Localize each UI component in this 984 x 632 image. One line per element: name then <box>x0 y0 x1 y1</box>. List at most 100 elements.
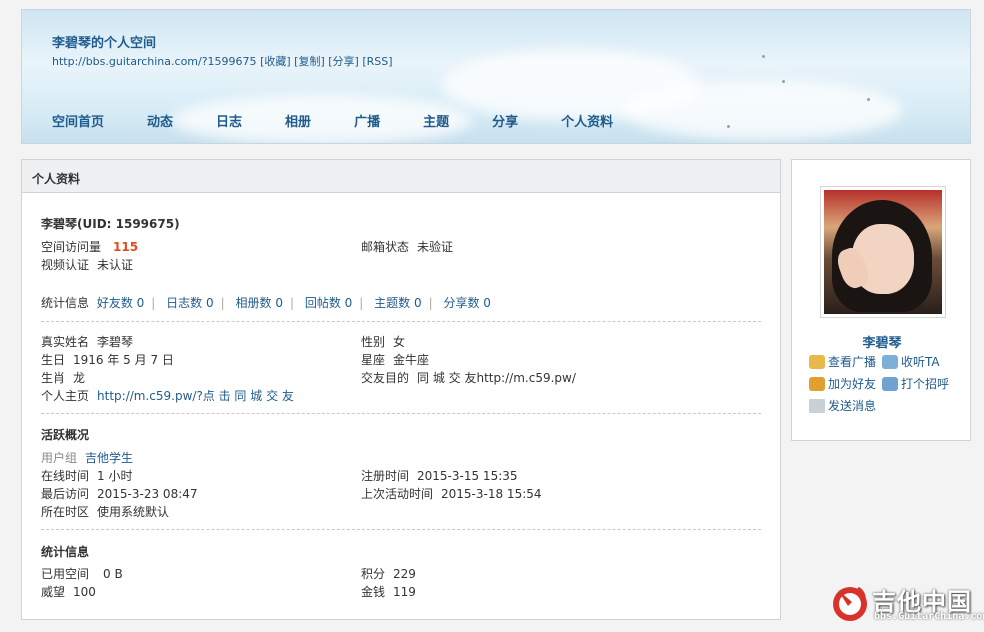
handshake-icon <box>809 376 825 391</box>
rss-link[interactable]: [RSS] <box>362 55 392 68</box>
email-label: 邮箱状态 <box>361 240 410 254</box>
timezone-row: 所在时区 使用系统默认 <box>41 503 169 520</box>
lastactive-row: 上次活动时间 2015-3-18 15:54 <box>361 485 542 502</box>
homepage-label: 个人主页 <box>41 389 90 403</box>
profile-card: 李碧琴 查看广播 收听TA 加为好友 打个招呼 发送消息 <box>791 159 971 441</box>
activity-section-title: 活跃概况 <box>41 428 90 442</box>
profile-panel: 个人资料 李碧琴(UID: 1599675) 空间访问量 115 邮箱状态 未验证 … <box>21 159 781 620</box>
section-divider <box>41 413 761 414</box>
group-row: 用户组 吉他学生 <box>41 449 133 466</box>
threads-count-link[interactable]: 主题数 0 <box>374 296 421 310</box>
avatar-photo <box>824 190 942 314</box>
zodiac-row: 生肖龙 <box>41 369 85 386</box>
lastvisit-label: 最后访问 <box>41 487 90 501</box>
follow-link[interactable]: 收听TA <box>882 353 940 370</box>
albums-count-link[interactable]: 相册数 0 <box>236 296 283 310</box>
visits-row: 空间访问量 115 <box>41 238 138 255</box>
prestige-value: 100 <box>73 585 96 599</box>
divider: | <box>359 296 364 310</box>
register-label: 注册时间 <box>361 469 410 483</box>
email-value: 未验证 <box>417 240 454 254</box>
homepage-row: 个人主页 http://m.c59.pw/?点 击 同 城 交 友 <box>41 387 294 404</box>
dandelion-decoration <box>867 98 870 101</box>
watermark-url: bbs.GuitarChina.com <box>874 611 984 622</box>
dandelion-decoration <box>727 125 730 128</box>
timezone-value: 使用系统默认 <box>97 505 170 519</box>
realname-value: 李碧琴 <box>97 335 134 349</box>
view-broadcast-link[interactable]: 查看广播 <box>809 353 876 370</box>
shares-count-link[interactable]: 分享数 0 <box>443 296 490 310</box>
site-watermark: 吉他中国 bbs.GuitarChina.com <box>828 580 984 628</box>
email-row: 邮箱状态 未验证 <box>361 238 453 255</box>
purpose-row: 交友目的同 城 交 友http://m.c59.pw/ <box>361 369 576 386</box>
stats-label: 统计信息 <box>41 296 90 310</box>
share-link[interactable]: [分享] <box>328 55 359 68</box>
nav-home[interactable]: 空间首页 <box>52 111 104 130</box>
cloud-decoration <box>622 80 902 140</box>
nav-threads[interactable]: 主题 <box>423 111 449 130</box>
online-label: 在线时间 <box>41 469 90 483</box>
follow-label: 收听TA <box>901 355 940 369</box>
blogs-count-link[interactable]: 日志数 0 <box>166 296 213 310</box>
divider: | <box>220 296 225 310</box>
purpose-value: 同 城 交 友http://m.c59.pw/ <box>417 371 576 385</box>
group-label: 用户组 <box>41 451 78 465</box>
users-icon <box>882 354 898 369</box>
replies-count-link[interactable]: 回帖数 0 <box>305 296 352 310</box>
online-value: 1 小时 <box>97 469 133 483</box>
nav-blog[interactable]: 日志 <box>216 111 242 130</box>
space-value: 0 B <box>103 567 123 581</box>
stats-row: 统计信息 好友数 0 | 日志数 0 | 相册数 0 | 回帖数 0 | 主题数 0 | … <box>41 294 491 311</box>
points-row: 积分 229 <box>361 565 416 582</box>
greet-label: 打个招呼 <box>901 377 950 391</box>
constellation-row: 星座 金牛座 <box>361 351 429 368</box>
nav-share[interactable]: 分享 <box>492 111 518 130</box>
megaphone-icon <box>809 354 825 369</box>
online-row: 在线时间 1 小时 <box>41 467 132 484</box>
lastactive-value: 2015-3-18 15:54 <box>441 487 542 501</box>
send-message-link[interactable]: 发送消息 <box>809 397 876 414</box>
homepage-link[interactable]: http://m.c59.pw/?点 击 同 城 交 友 <box>97 389 294 403</box>
constellation-label: 星座 <box>361 353 386 367</box>
section-divider <box>41 529 761 530</box>
register-row: 注册时间 2015-3-15 15:35 <box>361 467 518 484</box>
uid-line: 李碧琴(UID: 1599675) <box>41 215 180 232</box>
space-nav: 空间首页 动态 日志 相册 广播 主题 分享 个人资料 <box>52 111 656 130</box>
avatar[interactable] <box>820 186 946 318</box>
panel-heading: 个人资料 <box>22 160 780 193</box>
gender-row: 性别女 <box>361 333 405 350</box>
wave-user-icon <box>882 376 898 391</box>
zodiac-value: 龙 <box>73 371 86 385</box>
visits-label: 空间访问量 <box>41 240 102 254</box>
purpose-label: 交友目的 <box>361 371 410 385</box>
guitar-logo-icon <box>833 586 867 621</box>
add-friend-label: 加为好友 <box>828 377 877 391</box>
nav-profile[interactable]: 个人资料 <box>561 111 613 130</box>
lastvisit-row: 最后访问 2015-3-23 08:47 <box>41 485 198 502</box>
nav-album[interactable]: 相册 <box>285 111 311 130</box>
birthday-row: 生日 1916 年 5 月 7 日 <box>41 351 174 368</box>
register-value: 2015-3-15 15:35 <box>417 469 518 483</box>
greet-link[interactable]: 打个招呼 <box>882 375 949 392</box>
add-friend-link[interactable]: 加为好友 <box>809 375 876 392</box>
space-row: 已用空间 0 B <box>41 565 123 582</box>
space-url-link[interactable]: http://bbs.guitarchina.com/?1599675 <box>52 55 257 68</box>
realname-row: 真实姓名 李碧琴 <box>41 333 133 350</box>
dandelion-decoration <box>782 80 785 83</box>
money-value: 119 <box>393 585 416 599</box>
profile-name-link[interactable]: 李碧琴 <box>792 332 972 351</box>
video-label: 视频认证 <box>41 258 90 272</box>
visits-value: 115 <box>113 240 139 254</box>
prestige-label: 威望 <box>41 585 66 599</box>
constellation-value: 金牛座 <box>393 353 430 367</box>
friends-count-link[interactable]: 好友数 0 <box>97 296 144 310</box>
divider: | <box>151 296 156 310</box>
user-group-link[interactable]: 吉他学生 <box>85 451 133 465</box>
nav-broadcast[interactable]: 广播 <box>354 111 380 130</box>
space-label: 已用空间 <box>41 567 90 581</box>
nav-feed[interactable]: 动态 <box>147 111 173 130</box>
favorite-link[interactable]: [收藏] <box>260 55 291 68</box>
divider: | <box>289 296 294 310</box>
copy-link[interactable]: [复制] <box>294 55 325 68</box>
birthday-value: 1916 年 5 月 7 日 <box>73 353 174 367</box>
